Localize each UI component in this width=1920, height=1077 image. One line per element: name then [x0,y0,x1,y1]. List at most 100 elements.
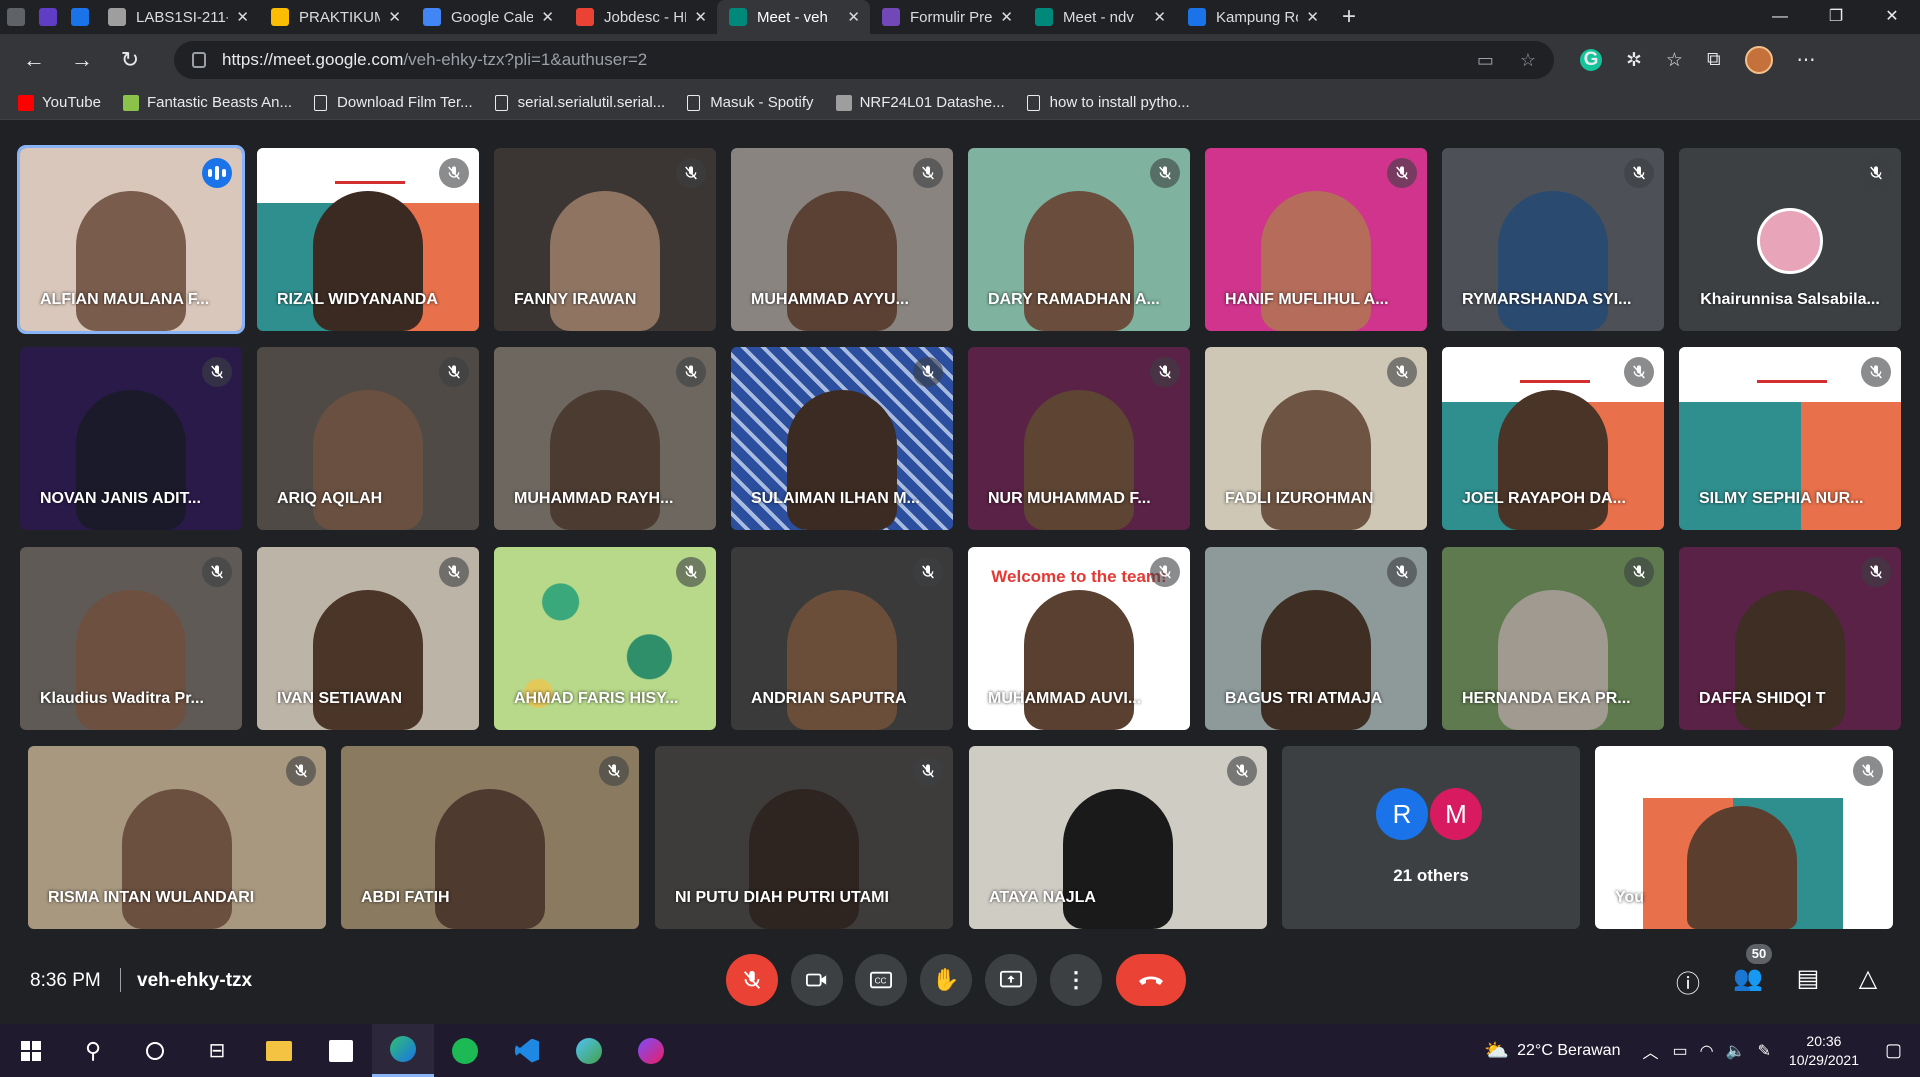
browser-tab[interactable]: PRAKTIKUM_NI ✕ [259,0,411,34]
meeting-details-icon[interactable]: ⓘ [1672,964,1704,998]
participant-tile[interactable]: RISMA INTAN WULANDARI [28,746,326,929]
self-view-tile[interactable]: You [1595,746,1893,929]
browser-tab[interactable]: LABS1SI-211-La ✕ [96,0,259,34]
participant-tile[interactable]: IVAN SETIAWAN [257,547,479,730]
participant-tile[interactable]: Welcome to the team! MUHAMMAD AUVI... [968,547,1190,730]
browser-tab[interactable]: Google Calenda ✕ [411,0,564,34]
bookmark-item[interactable]: Download Film Ter... [314,94,473,111]
cortana-icon[interactable] [124,1024,186,1077]
bookmark-item[interactable]: serial.serialutil.serial... [494,94,665,111]
bookmark-item[interactable]: YouTube [18,94,101,111]
new-tab-button[interactable]: + [1329,3,1369,31]
pen-icon[interactable]: ✎ [1758,1041,1771,1061]
participant-tile[interactable]: MUHAMMAD RAYH... [494,347,716,530]
participant-tile[interactable]: ANDRIAN SAPUTRA [731,547,953,730]
participant-tile[interactable]: RYMARSHANDA SYI... [1442,148,1664,331]
participant-tile[interactable]: ATAYA NAJLA [969,746,1267,929]
collections-icon[interactable]: ⧉ [1707,49,1721,71]
bookmark-item[interactable]: Fantastic Beasts An... [122,94,292,111]
search-icon[interactable]: ⚲ [62,1024,124,1077]
vscode-icon[interactable] [496,1024,558,1077]
pinned-tab-2[interactable] [64,0,96,34]
participant-tile[interactable]: DAFFA SHIDQI T [1679,547,1901,730]
captions-button[interactable]: CC [855,954,907,1006]
edge-dev-icon[interactable] [558,1024,620,1077]
participant-tile[interactable]: RIZAL WIDYANANDA [257,148,479,331]
participant-tile[interactable]: NOVAN JANIS ADIT... [20,347,242,530]
file-explorer-icon[interactable] [248,1024,310,1077]
reload-icon[interactable]: ↻ [108,38,152,82]
start-windows-icon[interactable] [0,1024,62,1077]
tray-chevron-up-icon[interactable]: ︿ [1642,1039,1658,1063]
activities-icon[interactable]: △ [1852,964,1884,996]
participant-tile[interactable]: NUR MUHAMMAD F... [968,347,1190,530]
system-clock[interactable]: 20:36 10/29/2021 [1789,1032,1859,1070]
notifications-icon[interactable]: ▢ [1885,1040,1902,1061]
participant-tile[interactable]: JOEL RAYAPOH DA... [1442,347,1664,530]
participant-tile[interactable]: FADLI IZUROHMAN [1205,347,1427,530]
people-icon[interactable]: 👥 [1732,964,1764,996]
favorites-icon[interactable]: ☆ [1666,49,1683,72]
wifi-icon[interactable]: ◠ [1700,1041,1714,1061]
browser-tab[interactable]: Meet - veh ✕ [717,0,870,34]
edge-browser-icon[interactable] [372,1024,434,1077]
others-tile[interactable]: R M 21 others [1282,746,1580,929]
url-input[interactable]: https://meet.google.com/veh-ehky-tzx?pli… [174,41,1554,79]
browser-tab[interactable]: Kampung Rotar ✕ [1176,0,1329,34]
participant-tile[interactable]: MUHAMMAD AYYU... [731,148,953,331]
extensions-puzzle-icon[interactable]: ✲ [1626,49,1642,72]
messenger-icon[interactable] [620,1024,682,1077]
participant-tile[interactable]: ABDI FATIH [341,746,639,929]
participant-tile[interactable]: Khairunnisa Salsabila... [1679,148,1901,331]
profile-avatar[interactable] [1744,46,1773,74]
tab-close-icon[interactable]: ✕ [847,8,860,26]
tab-close-icon[interactable]: ✕ [236,8,249,26]
browser-tab[interactable]: Jobdesc - HR | E ✕ [564,0,717,34]
spotify-icon[interactable] [434,1024,496,1077]
more-menu-icon[interactable]: ⋯ [1797,49,1816,72]
participant-tile[interactable]: NI PUTU DIAH PUTRI UTAMI [655,746,953,929]
volume-icon[interactable]: 🔈 [1726,1041,1746,1061]
camera-permission-icon[interactable]: ▭ [1477,50,1494,71]
weather-text[interactable]: 22°C Berawan [1517,1042,1620,1060]
tab-close-icon[interactable]: ✕ [1000,8,1013,26]
raise-hand-button[interactable]: ✋ [920,954,972,1006]
bookmark-item[interactable]: NRF24L01 Datashe... [835,94,1005,111]
participant-tile[interactable]: SULAIMAN ILHAN M... [731,347,953,530]
camera-button[interactable] [791,954,843,1006]
more-options-button[interactable]: ⋮ [1050,954,1102,1006]
battery-icon[interactable]: ▭ [1672,1041,1687,1061]
lock-icon[interactable] [192,52,206,68]
participant-tile[interactable]: Klaudius Waditra Pr... [20,547,242,730]
present-button[interactable] [985,954,1037,1006]
minimize-button[interactable]: — [1752,0,1808,34]
participant-tile[interactable]: FANNY IRAWAN [494,148,716,331]
tab-actions-icon[interactable] [0,0,32,34]
participant-tile[interactable]: HERNANDA EKA PR... [1442,547,1664,730]
participant-tile[interactable]: BAGUS TRI ATMAJA [1205,547,1427,730]
mic-off-button[interactable] [726,954,778,1006]
bookmark-item[interactable]: how to install pytho... [1026,94,1190,111]
maximize-button[interactable]: ❐ [1808,0,1864,34]
leave-call-button[interactable] [1116,954,1186,1006]
favorite-star-icon[interactable]: ☆ [1520,50,1536,71]
task-view-icon[interactable]: ⊟ [186,1024,248,1077]
browser-tab[interactable]: Meet - ndv ✕ [1023,0,1176,34]
participant-tile[interactable]: ALFIAN MAULANA F... [17,145,245,334]
participant-tile[interactable]: HANIF MUFLIHUL A... [1205,148,1427,331]
participant-tile[interactable]: AHMAD FARIS HISY... [494,547,716,730]
tab-close-icon[interactable]: ✕ [541,8,554,26]
browser-tab[interactable]: Formulir Presen ✕ [870,0,1023,34]
tab-close-icon[interactable]: ✕ [1153,8,1166,26]
tab-close-icon[interactable]: ✕ [1306,8,1319,26]
chat-icon[interactable]: ▤ [1792,964,1824,996]
participant-tile[interactable]: ARIQ AQILAH [257,347,479,530]
forward-icon[interactable]: → [60,38,104,82]
back-icon[interactable]: ← [12,38,56,82]
bookmark-item[interactable]: Masuk - Spotify [687,94,814,111]
tab-close-icon[interactable]: ✕ [388,8,401,26]
weather-icon[interactable]: ⛅ [1484,1038,1509,1063]
tab-close-icon[interactable]: ✕ [694,8,707,26]
grammarly-extension-icon[interactable]: G [1580,49,1602,71]
participant-tile[interactable]: DARY RAMADHAN A... [968,148,1190,331]
